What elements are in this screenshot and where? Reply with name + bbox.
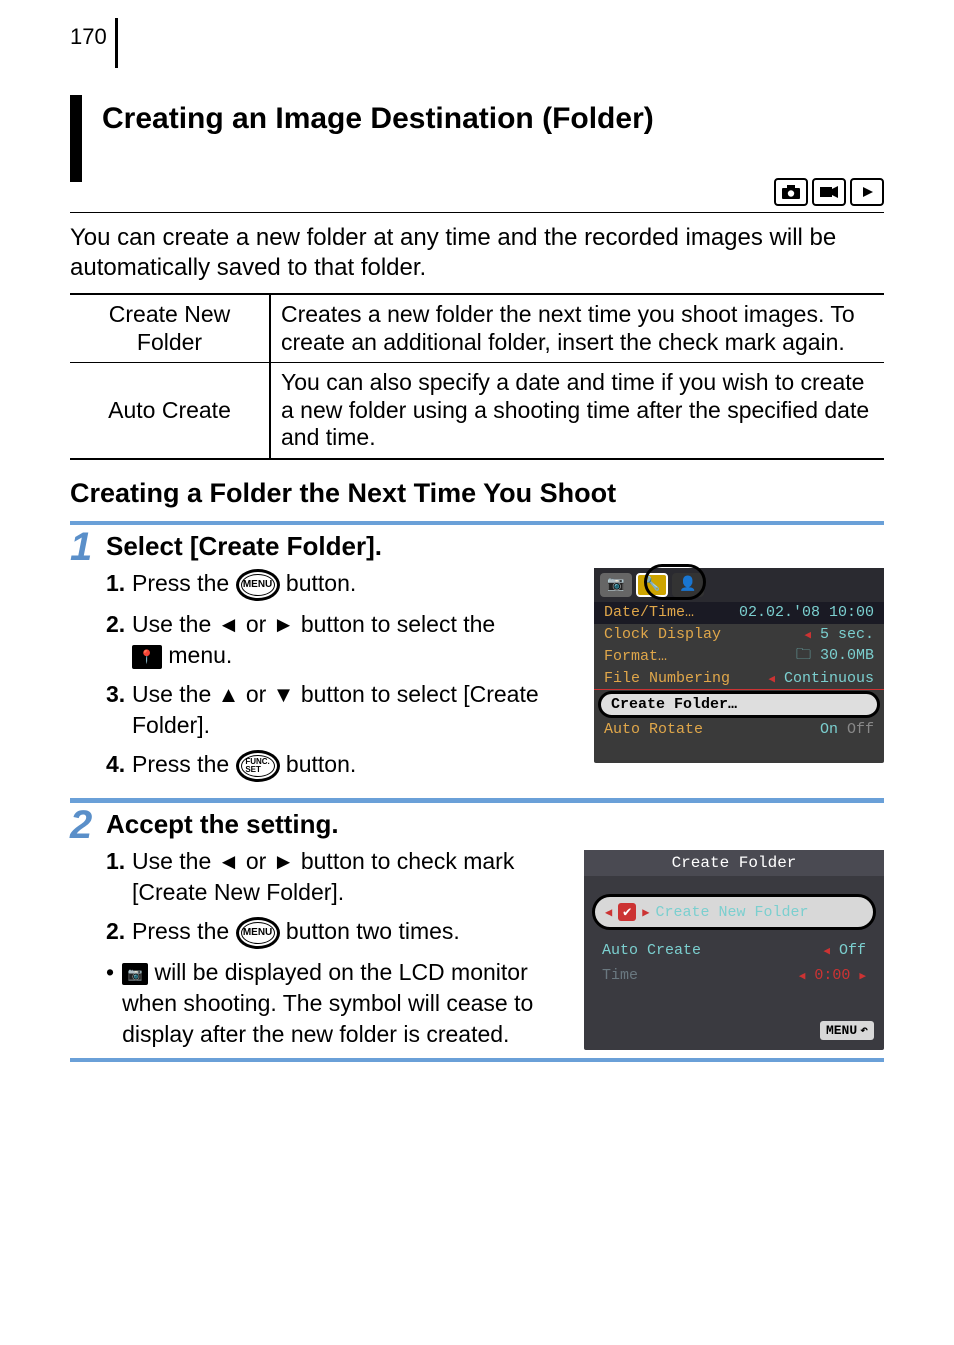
sub-heading: Creating a Folder the Next Time You Shoo…: [70, 478, 884, 509]
tools-menu-icon: 📍: [132, 645, 162, 669]
t: button.: [280, 751, 357, 777]
page-number-text: 170: [70, 18, 107, 50]
t: or: [239, 681, 272, 707]
up-arrow-icon: ▲: [218, 682, 240, 707]
t: Use the: [132, 681, 218, 707]
step-text: 1. Press the MENU button. 2. Use the ◄ o…: [106, 568, 578, 790]
t: Use the: [132, 611, 218, 637]
tab-camera-icon: 📷: [600, 573, 632, 597]
substep-num: 3.: [106, 679, 132, 741]
t: or: [239, 848, 272, 874]
menu-label: Clock Display: [604, 626, 721, 643]
step-text: 1. Use the ◄ or ► button to check mark […: [106, 846, 568, 1050]
menu-label: Date/Time…: [604, 604, 694, 621]
t: menu.: [162, 642, 232, 668]
menu-label: Auto Rotate: [604, 721, 703, 738]
intro-paragraph: You can create a new folder at any time …: [70, 223, 884, 283]
movie-icon: [812, 178, 846, 206]
menu-value: 5 sec.: [820, 626, 874, 643]
menu-back-button: MENU↶: [820, 1021, 874, 1040]
play-icon: [850, 178, 884, 206]
step-title: Select [Create Folder].: [106, 531, 884, 562]
check-icon: ✔: [618, 903, 636, 921]
step-title: Accept the setting.: [106, 809, 884, 840]
table-row: Auto Create You can also specify a date …: [70, 363, 884, 459]
screenshot-setup-menu: 📷 🔧 👤 Date/Time…02.02.'08 10:00 Clock Di…: [594, 568, 884, 763]
right-arrow-icon: ►: [273, 849, 295, 874]
term-cell: Create New Folder: [70, 294, 270, 363]
t: button.: [280, 570, 357, 596]
def-cell: Creates a new folder the next time you s…: [270, 294, 884, 363]
step-2: 2 Accept the setting. 1. Use the ◄ or ► …: [70, 799, 884, 1062]
menu-button-icon: MENU: [236, 917, 280, 949]
t: button to select the: [294, 611, 495, 637]
substep-num: 2.: [106, 916, 132, 949]
ac-label: Auto Create: [602, 942, 701, 959]
bullet-note: • 📷 will be displayed on the LCD monitor…: [106, 957, 568, 1050]
section-header: Creating an Image Destination (Folder): [70, 95, 884, 213]
time-value: 0:00: [814, 967, 850, 984]
on-label: On: [820, 721, 838, 738]
t: or: [239, 611, 272, 637]
folder-indicator-icon: 📷: [122, 963, 148, 985]
ac-value: Off: [839, 942, 866, 959]
right-arrow-icon: ►: [273, 612, 295, 637]
step-number: 1: [70, 525, 106, 790]
def-cell: You can also specify a date and time if …: [270, 363, 884, 459]
table-row: Create New Folder Creates a new folder t…: [70, 294, 884, 363]
highlight-oval-icon: [644, 564, 706, 600]
mode-icons-row: [774, 178, 884, 206]
menu-text: MENU: [826, 1023, 857, 1038]
t: will be displayed on the LCD monitor whe…: [122, 959, 533, 1047]
screenshot-create-folder: Create Folder ◀✔▶ Create New Folder Auto…: [584, 850, 884, 1050]
t: Press the: [132, 751, 236, 777]
menu-value: 30.0MB: [820, 647, 874, 664]
screen-title: Create Folder: [584, 850, 884, 876]
menu-button-icon: MENU: [236, 569, 280, 601]
create-new-folder-row: ◀✔▶ Create New Folder: [592, 894, 876, 930]
term-line1: Create New: [109, 301, 230, 327]
term-cell: Auto Create: [70, 363, 270, 459]
left-arrow-icon: ◄: [218, 849, 240, 874]
func-set-button-icon: FUNC.SET: [236, 750, 280, 782]
menu-value: 02.02.'08 10:00: [739, 604, 874, 621]
time-label: Time: [602, 967, 638, 984]
substep-num: 1.: [106, 568, 132, 601]
step-1: 1 Select [Create Folder]. 1. Press the M…: [70, 521, 884, 799]
camera-icon: [774, 178, 808, 206]
menu-label: Format…: [604, 648, 667, 665]
term-line2: Folder: [137, 329, 202, 355]
substep-num: 2.: [106, 609, 132, 671]
menu-selected-item: Create Folder…: [598, 691, 880, 718]
step-number: 2: [70, 803, 106, 1050]
left-arrow-icon: ◄: [218, 612, 240, 637]
definitions-table: Create New Folder Creates a new folder t…: [70, 293, 884, 460]
off-label: Off: [847, 721, 874, 738]
substep-num: 1.: [106, 846, 132, 908]
t: Press the: [132, 570, 236, 596]
menu-value: Continuous: [784, 670, 874, 687]
section-title: Creating an Image Destination (Folder): [70, 95, 654, 182]
page-number: 170: [70, 18, 118, 68]
menu-label: File Numbering: [604, 670, 730, 687]
t: Press the: [132, 918, 236, 944]
down-arrow-icon: ▼: [273, 682, 295, 707]
cnf-label: Create New Folder: [655, 904, 808, 921]
t: button two times.: [280, 918, 460, 944]
t: Use the: [132, 848, 218, 874]
substep-num: 4.: [106, 749, 132, 782]
